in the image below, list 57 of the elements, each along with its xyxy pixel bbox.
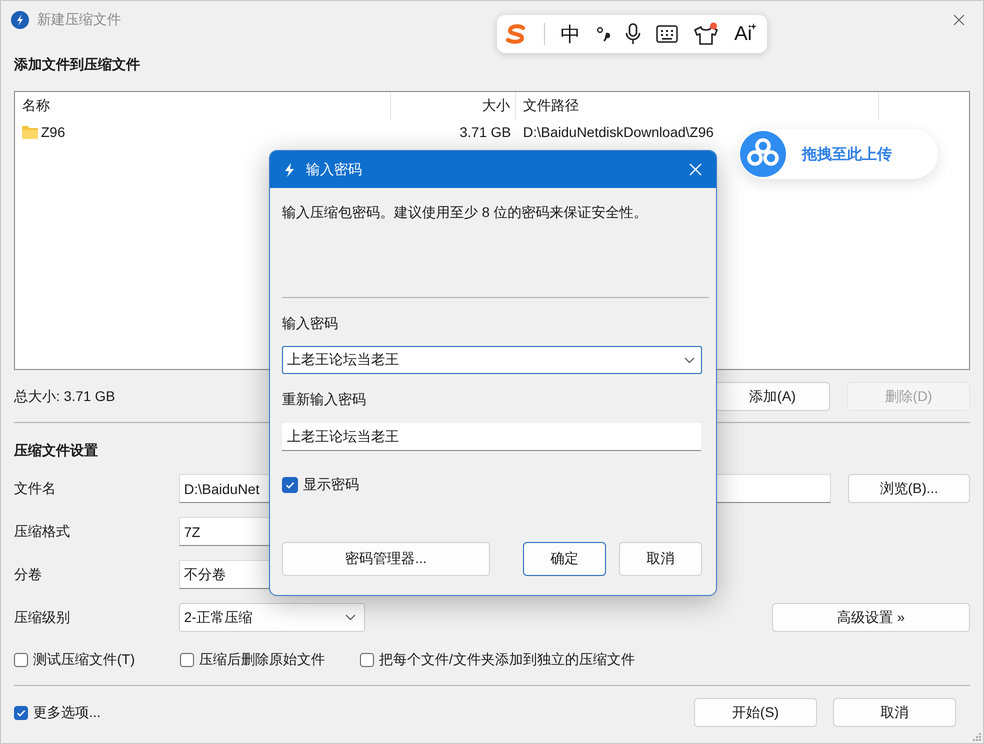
button[interactable]: 确定 bbox=[523, 542, 606, 576]
dropdown[interactable]: 2-正常压缩 bbox=[179, 603, 365, 632]
dialog-title: 输入密码 bbox=[306, 160, 363, 178]
cloud-icon bbox=[740, 131, 786, 177]
microphone-icon bbox=[624, 23, 641, 45]
upload-drop-badge[interactable]: 拖拽至此上传 bbox=[739, 129, 938, 179]
password-field[interactable]: 上老王论坛当老王 bbox=[282, 346, 702, 374]
ai-button[interactable]: Ai bbox=[734, 22, 757, 46]
table-cell-text: 3.71 GB bbox=[458, 123, 512, 142]
checkbox[interactable] bbox=[14, 653, 28, 667]
resize-grip-icon bbox=[972, 732, 981, 741]
keyboard-icon bbox=[656, 25, 678, 43]
app-icon bbox=[11, 10, 29, 28]
shirt-icon bbox=[693, 22, 720, 46]
field-label: 分卷 bbox=[14, 566, 43, 584]
browse-button[interactable]: 浏览(B)... bbox=[848, 474, 970, 503]
checkbox-label: 更多选项... bbox=[33, 704, 101, 722]
input-mode-toggle[interactable]: 中 bbox=[560, 20, 580, 48]
checkbox[interactable] bbox=[14, 706, 28, 720]
dialog-message: 输入压缩包密码。建议使用至少 8 位的密码来保证安全性。 bbox=[282, 203, 649, 222]
field-label: 输入密码 bbox=[282, 314, 339, 333]
file-name: Z96 bbox=[41, 124, 66, 140]
confirm-password-field[interactable]: 上老王论坛当老王 bbox=[282, 423, 701, 451]
caret-icon bbox=[684, 356, 695, 364]
button[interactable]: 取消 bbox=[619, 542, 702, 576]
button[interactable]: 取消 bbox=[833, 698, 956, 727]
field-label: 压缩级别 bbox=[14, 608, 71, 626]
section-heading: 压缩文件设置 bbox=[14, 441, 99, 460]
folder-icon bbox=[22, 125, 38, 139]
window-title: 新建压缩文件 bbox=[37, 10, 121, 28]
button[interactable]: 添加(A) bbox=[715, 382, 830, 411]
total-size: 总大小: 3.71 GB bbox=[14, 388, 116, 406]
checkbox-label: 显示密码 bbox=[303, 476, 359, 494]
caret-icon bbox=[345, 614, 356, 621]
advanced-settings-button[interactable]: 高级设置 » bbox=[772, 603, 970, 632]
checkbox-label: 测试压缩文件(T) bbox=[33, 651, 135, 669]
close-icon bbox=[953, 14, 965, 26]
column-header[interactable]: 名称 bbox=[15, 92, 391, 120]
checkbox-label: 压缩后删除原始文件 bbox=[199, 651, 325, 669]
column-header[interactable]: 大小 bbox=[391, 92, 516, 120]
checkbox-label: 把每个文件/文件夹添加到独立的压缩文件 bbox=[379, 651, 635, 669]
punctuation-icon bbox=[596, 25, 610, 43]
field-label: 文件名 bbox=[14, 480, 57, 498]
sparkle-icon bbox=[750, 22, 757, 30]
checkbox[interactable] bbox=[360, 653, 374, 667]
field-label: 压缩格式 bbox=[14, 522, 71, 540]
column-header[interactable]: 文件路径 bbox=[516, 92, 879, 120]
password-manager-button[interactable]: 密码管理器... bbox=[282, 542, 490, 576]
app-icon bbox=[282, 162, 296, 178]
check-icon bbox=[284, 479, 296, 491]
button[interactable]: 开始(S) bbox=[694, 698, 817, 727]
field-label: 重新输入密码 bbox=[282, 390, 367, 409]
checkbox[interactable] bbox=[282, 477, 298, 493]
checkbox[interactable] bbox=[180, 653, 194, 667]
table-cell-text: D:\BaiduNetdiskDownload\Z96 bbox=[522, 123, 715, 142]
close-icon bbox=[688, 163, 702, 176]
section-heading: 添加文件到压缩文件 bbox=[14, 55, 141, 74]
